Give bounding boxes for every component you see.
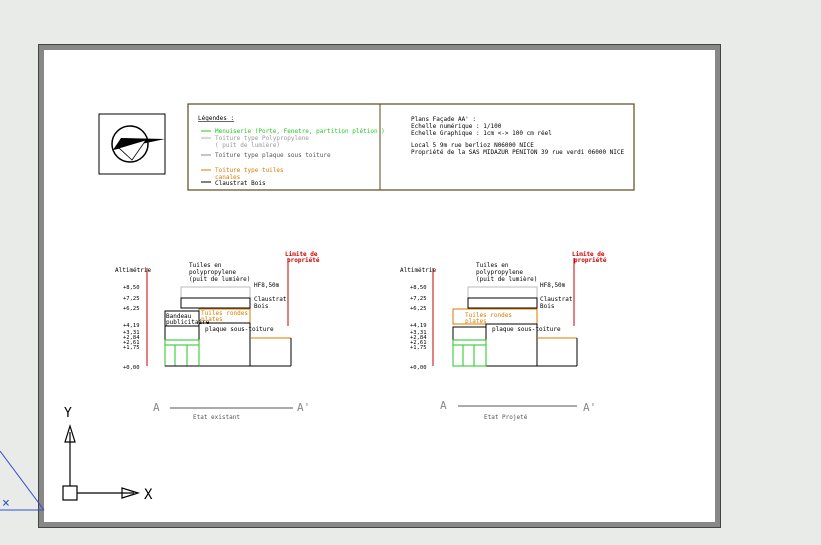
legend-item-menuiserie: Menuiserie (Porte, Fenetre, partition pl… [215, 128, 385, 135]
north-arrow-icon [98, 113, 166, 175]
legend-item-claustrat: Claustrat Bois [215, 180, 266, 187]
svg-text:Etat Projeté: Etat Projeté [484, 414, 528, 421]
svg-text:×: × [2, 496, 10, 511]
right-elevation: Altimétrie +8,50 +7,25 +6,25 +4,19 +3,31… [400, 251, 607, 421]
svg-text:propriété: propriété [574, 257, 607, 264]
svg-text:Etat existant: Etat existant [193, 414, 240, 421]
svg-text:HF8,50m: HF8,50m [254, 282, 280, 289]
svg-text:polypropylene: polypropylene [476, 269, 523, 276]
svg-text:+7,25: +7,25 [410, 296, 427, 302]
svg-text:Tuiles en: Tuiles en [476, 262, 509, 269]
svg-text:A: A [440, 399, 447, 412]
svg-text:plaque sous-toiture: plaque sous-toiture [205, 326, 274, 333]
svg-text:+8,50: +8,50 [410, 285, 427, 291]
viewport-edge: × [0, 450, 45, 511]
svg-text:+1,75: +1,75 [123, 345, 140, 351]
svg-text:Bois: Bois [540, 303, 555, 310]
ucs-y-label: Y [64, 406, 72, 421]
svg-text:A: A [153, 401, 160, 414]
svg-text:polypropylene: polypropylene [189, 269, 236, 276]
svg-text:Claustrat: Claustrat [540, 296, 573, 303]
svg-text:+4,19: +4,19 [410, 323, 427, 329]
legend-item-polypropylene: Toiture type Polypropylene [215, 135, 309, 142]
svg-text:HF8,50m: HF8,50m [540, 282, 566, 289]
svg-text:+8,50: +8,50 [123, 285, 140, 291]
svg-text:+0,00: +0,00 [410, 365, 427, 371]
svg-text:+1,75: +1,75 [410, 345, 427, 351]
legend-item-polypropylene-sub: ( puit de lumière) [215, 142, 280, 149]
svg-text:plates: plates [465, 318, 487, 325]
svg-text:+0,00: +0,00 [123, 365, 140, 371]
svg-text:A': A' [297, 401, 310, 414]
info-line-3: Echelle Graphique : 1cm <-> 100 cm réel [411, 130, 552, 137]
left-elevation: Altimétrie +8,50 +7,25 +6,25 +4,19 +3,31… [115, 251, 320, 421]
info-line-1: Plans Façade AA' : [411, 116, 476, 123]
ucs-icon: Y X [62, 406, 153, 503]
svg-text:+7,25: +7,25 [123, 296, 140, 302]
svg-text:(puit de lumière): (puit de lumière) [476, 276, 537, 283]
svg-text:(puit de lumière): (puit de lumière) [189, 276, 250, 283]
legend-item-tuiles: Toiture type tuiles [215, 167, 284, 174]
svg-text:Bois: Bois [254, 303, 269, 310]
svg-text:plates: plates [201, 316, 223, 323]
info-line-2: Echelle numérique : 1/100 [411, 123, 502, 130]
svg-text:Altimétrie: Altimétrie [115, 267, 152, 274]
svg-text:Altimétrie: Altimétrie [400, 267, 437, 274]
ucs-x-label: X [144, 487, 153, 503]
svg-text:plaque sous-toiture: plaque sous-toiture [492, 326, 561, 333]
drawing-canvas[interactable]: Légendes : Menuiserie (Porte, Fenetre, p… [0, 0, 821, 545]
legend-item-plaque: Toiture type plaque sous toiture [215, 152, 331, 159]
svg-text:+6,25: +6,25 [410, 306, 427, 312]
svg-text:Tuiles en: Tuiles en [189, 262, 222, 269]
svg-text:Claustrat: Claustrat [254, 296, 287, 303]
svg-text:+4,19: +4,19 [123, 323, 140, 329]
info-line-4: Local 5 9m rue berlioz N06000 NICE [411, 142, 534, 149]
info-line-5: Propriété de la SAS MIDAZUR PENITON 39 r… [411, 149, 625, 156]
svg-text:A': A' [583, 401, 596, 414]
legend-title: Légendes : [198, 115, 234, 122]
svg-text:+6,25: +6,25 [123, 306, 140, 312]
svg-text:propriété: propriété [287, 257, 320, 264]
